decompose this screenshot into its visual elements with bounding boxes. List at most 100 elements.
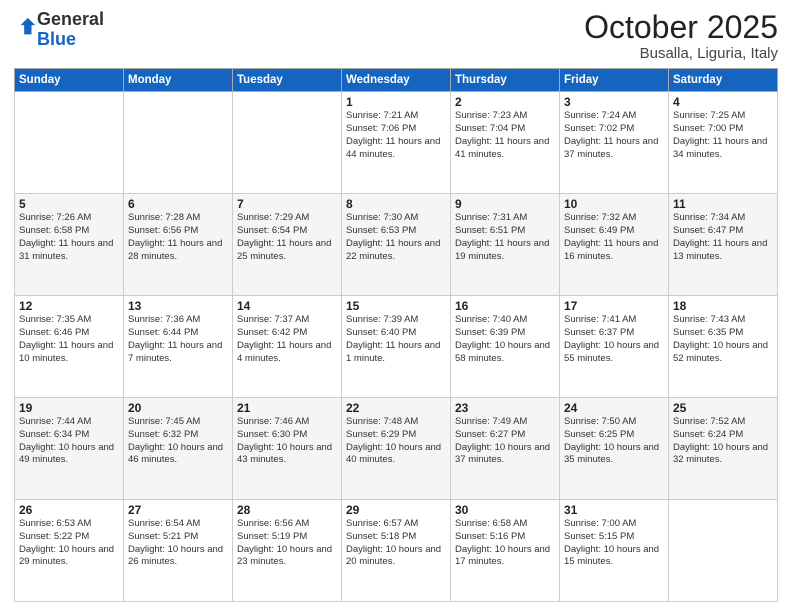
day-info: Sunrise: 7:28 AM Sunset: 6:56 PM Dayligh… [128,212,228,263]
day-number: 31 [564,503,664,517]
month-title: October 2025 [584,10,778,45]
day-cell: 23Sunrise: 7:49 AM Sunset: 6:27 PM Dayli… [451,398,560,500]
day-number: 29 [346,503,446,517]
week-row-5: 26Sunrise: 6:53 AM Sunset: 5:22 PM Dayli… [15,500,778,602]
day-cell: 10Sunrise: 7:32 AM Sunset: 6:49 PM Dayli… [560,194,669,296]
day-number: 3 [564,95,664,109]
day-cell: 12Sunrise: 7:35 AM Sunset: 6:46 PM Dayli… [15,296,124,398]
weekday-header-wednesday: Wednesday [342,69,451,92]
day-info: Sunrise: 7:31 AM Sunset: 6:51 PM Dayligh… [455,212,555,263]
day-cell: 3Sunrise: 7:24 AM Sunset: 7:02 PM Daylig… [560,92,669,194]
day-number: 9 [455,197,555,211]
day-number: 8 [346,197,446,211]
day-info: Sunrise: 7:23 AM Sunset: 7:04 PM Dayligh… [455,110,555,161]
day-cell: 26Sunrise: 6:53 AM Sunset: 5:22 PM Dayli… [15,500,124,602]
day-number: 15 [346,299,446,313]
day-number: 16 [455,299,555,313]
day-info: Sunrise: 6:54 AM Sunset: 5:21 PM Dayligh… [128,518,228,569]
day-cell: 30Sunrise: 6:58 AM Sunset: 5:16 PM Dayli… [451,500,560,602]
weekday-header: SundayMondayTuesdayWednesdayThursdayFrid… [15,69,778,92]
logo-text: General Blue [37,10,104,50]
day-cell: 4Sunrise: 7:25 AM Sunset: 7:00 PM Daylig… [669,92,778,194]
logo-blue: Blue [37,29,76,49]
weekday-header-saturday: Saturday [669,69,778,92]
day-number: 7 [237,197,337,211]
weekday-header-monday: Monday [124,69,233,92]
day-info: Sunrise: 7:30 AM Sunset: 6:53 PM Dayligh… [346,212,446,263]
day-cell [15,92,124,194]
day-cell: 6Sunrise: 7:28 AM Sunset: 6:56 PM Daylig… [124,194,233,296]
day-info: Sunrise: 6:53 AM Sunset: 5:22 PM Dayligh… [19,518,119,569]
calendar-body: 1Sunrise: 7:21 AM Sunset: 7:06 PM Daylig… [15,92,778,602]
day-cell: 29Sunrise: 6:57 AM Sunset: 5:18 PM Dayli… [342,500,451,602]
day-info: Sunrise: 7:43 AM Sunset: 6:35 PM Dayligh… [673,314,773,365]
day-info: Sunrise: 7:44 AM Sunset: 6:34 PM Dayligh… [19,416,119,467]
logo-general: General [37,9,104,29]
day-info: Sunrise: 7:32 AM Sunset: 6:49 PM Dayligh… [564,212,664,263]
day-info: Sunrise: 7:52 AM Sunset: 6:24 PM Dayligh… [673,416,773,467]
weekday-header-friday: Friday [560,69,669,92]
day-info: Sunrise: 7:25 AM Sunset: 7:00 PM Dayligh… [673,110,773,161]
day-info: Sunrise: 7:48 AM Sunset: 6:29 PM Dayligh… [346,416,446,467]
day-cell: 25Sunrise: 7:52 AM Sunset: 6:24 PM Dayli… [669,398,778,500]
day-number: 13 [128,299,228,313]
day-number: 28 [237,503,337,517]
day-cell [233,92,342,194]
day-number: 2 [455,95,555,109]
day-cell: 22Sunrise: 7:48 AM Sunset: 6:29 PM Dayli… [342,398,451,500]
day-cell: 17Sunrise: 7:41 AM Sunset: 6:37 PM Dayli… [560,296,669,398]
day-info: Sunrise: 7:21 AM Sunset: 7:06 PM Dayligh… [346,110,446,161]
page: General Blue October 2025 Busalla, Ligur… [0,0,792,612]
week-row-3: 12Sunrise: 7:35 AM Sunset: 6:46 PM Dayli… [15,296,778,398]
day-cell: 27Sunrise: 6:54 AM Sunset: 5:21 PM Dayli… [124,500,233,602]
day-cell: 24Sunrise: 7:50 AM Sunset: 6:25 PM Dayli… [560,398,669,500]
day-number: 23 [455,401,555,415]
logo: General Blue [14,10,104,50]
day-number: 1 [346,95,446,109]
day-number: 6 [128,197,228,211]
week-row-2: 5Sunrise: 7:26 AM Sunset: 6:58 PM Daylig… [15,194,778,296]
day-cell: 1Sunrise: 7:21 AM Sunset: 7:06 PM Daylig… [342,92,451,194]
day-number: 4 [673,95,773,109]
day-cell: 28Sunrise: 6:56 AM Sunset: 5:19 PM Dayli… [233,500,342,602]
day-info: Sunrise: 7:29 AM Sunset: 6:54 PM Dayligh… [237,212,337,263]
day-info: Sunrise: 7:00 AM Sunset: 5:15 PM Dayligh… [564,518,664,569]
day-info: Sunrise: 7:35 AM Sunset: 6:46 PM Dayligh… [19,314,119,365]
day-info: Sunrise: 7:37 AM Sunset: 6:42 PM Dayligh… [237,314,337,365]
day-number: 19 [19,401,119,415]
day-cell: 7Sunrise: 7:29 AM Sunset: 6:54 PM Daylig… [233,194,342,296]
day-info: Sunrise: 6:58 AM Sunset: 5:16 PM Dayligh… [455,518,555,569]
day-number: 27 [128,503,228,517]
day-number: 25 [673,401,773,415]
weekday-header-thursday: Thursday [451,69,560,92]
day-cell: 19Sunrise: 7:44 AM Sunset: 6:34 PM Dayli… [15,398,124,500]
day-number: 14 [237,299,337,313]
day-number: 17 [564,299,664,313]
day-info: Sunrise: 7:24 AM Sunset: 7:02 PM Dayligh… [564,110,664,161]
title-block: October 2025 Busalla, Liguria, Italy [584,10,778,62]
day-cell: 8Sunrise: 7:30 AM Sunset: 6:53 PM Daylig… [342,194,451,296]
day-number: 24 [564,401,664,415]
calendar: SundayMondayTuesdayWednesdayThursdayFrid… [14,68,778,602]
day-cell: 31Sunrise: 7:00 AM Sunset: 5:15 PM Dayli… [560,500,669,602]
day-cell [669,500,778,602]
day-cell [124,92,233,194]
day-cell: 18Sunrise: 7:43 AM Sunset: 6:35 PM Dayli… [669,296,778,398]
day-info: Sunrise: 7:26 AM Sunset: 6:58 PM Dayligh… [19,212,119,263]
day-info: Sunrise: 7:50 AM Sunset: 6:25 PM Dayligh… [564,416,664,467]
day-number: 5 [19,197,119,211]
day-info: Sunrise: 7:41 AM Sunset: 6:37 PM Dayligh… [564,314,664,365]
location-title: Busalla, Liguria, Italy [584,45,778,62]
day-info: Sunrise: 6:56 AM Sunset: 5:19 PM Dayligh… [237,518,337,569]
day-cell: 15Sunrise: 7:39 AM Sunset: 6:40 PM Dayli… [342,296,451,398]
day-cell: 2Sunrise: 7:23 AM Sunset: 7:04 PM Daylig… [451,92,560,194]
weekday-header-tuesday: Tuesday [233,69,342,92]
day-info: Sunrise: 7:46 AM Sunset: 6:30 PM Dayligh… [237,416,337,467]
day-number: 18 [673,299,773,313]
weekday-header-sunday: Sunday [15,69,124,92]
day-number: 26 [19,503,119,517]
day-info: Sunrise: 7:45 AM Sunset: 6:32 PM Dayligh… [128,416,228,467]
day-info: Sunrise: 6:57 AM Sunset: 5:18 PM Dayligh… [346,518,446,569]
day-number: 11 [673,197,773,211]
header: General Blue October 2025 Busalla, Ligur… [14,10,778,62]
